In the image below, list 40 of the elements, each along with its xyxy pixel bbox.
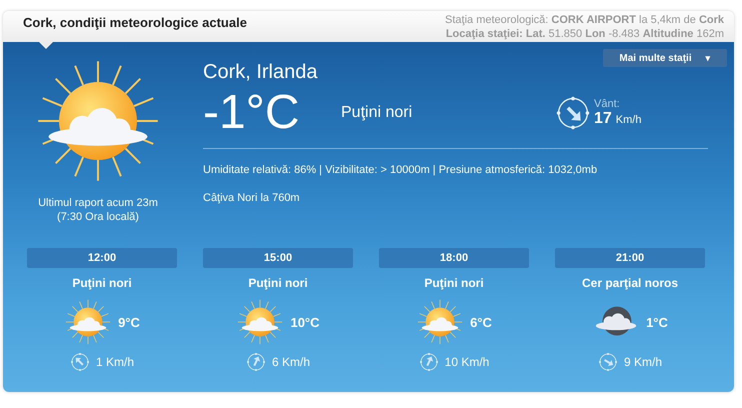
wind-direction-icon [246,352,266,372]
local-time: (7:30 Ora locală) [57,210,139,224]
forecast-condition: Puţini nori [248,276,308,290]
city-name: Cork, Irlanda [203,60,318,84]
stations-dropdown[interactable]: Mai multe staţii ▾ [603,49,727,67]
forecast-wind: 10 Km/h [444,355,490,369]
weather-details: Umiditate relativă: 86% | Vizibilitate: > 10000m | Presiune atmosferică: 1032,0mb [203,163,598,177]
forecast-time: 15:00 [203,248,353,268]
sun-cloud-icon [236,298,284,346]
wind-label: Vânt: [594,98,621,110]
forecast-temperature: 1°C [646,314,668,330]
forecast-condition: Cer parţial noros [582,276,678,290]
tab-pointer [39,42,53,49]
station-info: Staţia meteorologică: CORK AIRPORT la 5,4km de Cork [445,13,724,27]
forecast-time: 21:00 [555,248,705,268]
cloud-info: Câţiva Nori la 760m [203,191,301,205]
page-title: Cork, condiţii meteorologice actuale [23,15,247,30]
caret-icon: ▾ [706,53,711,63]
forecast-wind: 6 Km/h [272,355,310,369]
sun-cloud-icon [416,298,464,346]
sun-cloud-icon [64,298,112,346]
wind-direction-icon [418,352,439,372]
forecast-time: 12:00 [27,248,177,268]
forecast-temperature: 9°C [118,314,140,330]
forecast-wind: 1 Km/h [96,355,134,369]
wind-unit: Km/h [616,114,642,126]
wind-speed: 17 [594,110,612,128]
wind-direction-icon [555,95,591,131]
forecast-condition: Puţini nori [424,276,484,290]
wind-direction-icon [70,352,90,372]
wind-direction-icon [598,352,618,372]
forecast-temperature: 6°C [470,314,492,330]
current-condition: Puţini nori [341,104,414,122]
forecast-wind: 9 Km/h [624,355,662,369]
current-temperature: -1°C [203,88,301,138]
forecast-time: 18:00 [379,248,529,268]
forecast-condition: Puţini nori [72,276,132,290]
forecast-temperature: 10°C [290,314,320,330]
station-location: Locaţia staţiei: Lat. 51.850 Lon -8.483 Altitudine 162m [446,27,724,41]
last-report: Ultimul raport acum 23m [38,196,158,210]
